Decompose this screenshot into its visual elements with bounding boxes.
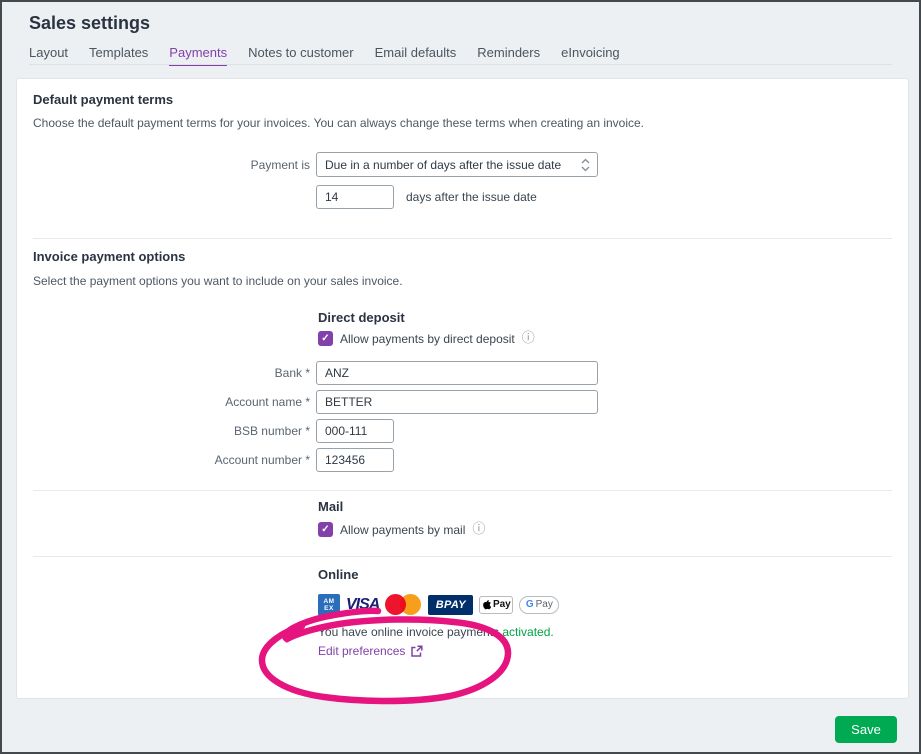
- page-title: Sales settings: [29, 13, 150, 34]
- bsb-number-label: BSB number *: [17, 424, 310, 438]
- status-text: You have online invoice payments: [318, 625, 502, 639]
- section-divider: [33, 556, 892, 557]
- tabs-divider: [29, 64, 892, 65]
- select-chevrons-icon: [581, 158, 590, 172]
- bank-input[interactable]: [316, 361, 598, 385]
- apple-logo-icon: [482, 599, 491, 610]
- days-input[interactable]: [316, 185, 394, 209]
- amex-text: AM: [323, 598, 334, 605]
- info-icon[interactable]: ⓘ: [472, 523, 485, 536]
- save-button[interactable]: Save: [835, 716, 897, 743]
- invoice-payment-options-heading: Invoice payment options: [33, 249, 185, 264]
- google-pay-text: Pay: [536, 599, 553, 610]
- visa-icon: VISA: [346, 596, 379, 614]
- days-suffix-label: days after the issue date: [406, 190, 537, 204]
- mail-checkbox-row: ✓ Allow payments by mail ⓘ: [318, 522, 485, 537]
- payment-terms-select[interactable]: Due in a number of days after the issue …: [316, 152, 598, 177]
- account-name-label: Account name *: [17, 395, 310, 409]
- payment-methods-row: AM EX VISA BPAY Pay G Pay: [318, 593, 559, 616]
- tab-templates[interactable]: Templates: [89, 45, 148, 66]
- direct-deposit-checkbox-row: ✓ Allow payments by direct deposit ⓘ: [318, 331, 535, 346]
- amex-text: EX: [324, 605, 334, 612]
- google-g-text: G: [526, 599, 534, 610]
- direct-deposit-heading: Direct deposit: [318, 310, 405, 325]
- direct-deposit-checkbox-label: Allow payments by direct deposit: [340, 332, 515, 346]
- bank-label: Bank *: [17, 366, 310, 380]
- account-number-label: Account number *: [17, 453, 310, 467]
- tab-email-defaults[interactable]: Email defaults: [375, 45, 457, 66]
- amex-icon: AM EX: [318, 594, 340, 616]
- account-number-input[interactable]: [316, 448, 394, 472]
- invoice-payment-options-description: Select the payment options you want to i…: [33, 274, 403, 288]
- apple-pay-icon: Pay: [479, 596, 513, 614]
- default-payment-terms-description: Choose the default payment terms for you…: [33, 116, 644, 130]
- bpay-icon: BPAY: [428, 595, 473, 615]
- online-heading: Online: [318, 567, 358, 582]
- tab-layout[interactable]: Layout: [29, 45, 68, 66]
- bsb-number-input[interactable]: [316, 419, 394, 443]
- payment-terms-selected-value: Due in a number of days after the issue …: [325, 158, 561, 172]
- online-payments-status: You have online invoice payments activat…: [318, 625, 554, 639]
- sales-settings-window: Sales settings Layout Templates Payments…: [0, 0, 921, 754]
- status-activated-text: activated.: [502, 625, 553, 639]
- account-name-input[interactable]: [316, 390, 598, 414]
- tab-reminders[interactable]: Reminders: [477, 45, 540, 66]
- apple-pay-text: Pay: [493, 599, 511, 610]
- info-icon[interactable]: ⓘ: [522, 332, 535, 345]
- mail-checkbox[interactable]: ✓: [318, 522, 333, 537]
- section-divider: [33, 490, 892, 491]
- edit-preferences-label: Edit preferences: [318, 644, 405, 658]
- mail-heading: Mail: [318, 499, 343, 514]
- section-divider: [33, 238, 892, 239]
- tab-einvoicing[interactable]: eInvoicing: [561, 45, 620, 66]
- edit-preferences-link[interactable]: Edit preferences: [318, 644, 423, 658]
- tab-bar: Layout Templates Payments Notes to custo…: [29, 45, 620, 66]
- external-link-icon: [410, 645, 423, 658]
- default-payment-terms-heading: Default payment terms: [33, 92, 173, 107]
- payment-is-label: Payment is: [17, 158, 310, 172]
- settings-card: Default payment terms Choose the default…: [16, 78, 909, 699]
- tab-notes-to-customer[interactable]: Notes to customer: [248, 45, 354, 66]
- google-pay-icon: G Pay: [519, 596, 559, 614]
- tab-payments[interactable]: Payments: [169, 45, 227, 66]
- mastercard-icon: [385, 594, 422, 616]
- direct-deposit-checkbox[interactable]: ✓: [318, 331, 333, 346]
- mail-checkbox-label: Allow payments by mail: [340, 523, 465, 537]
